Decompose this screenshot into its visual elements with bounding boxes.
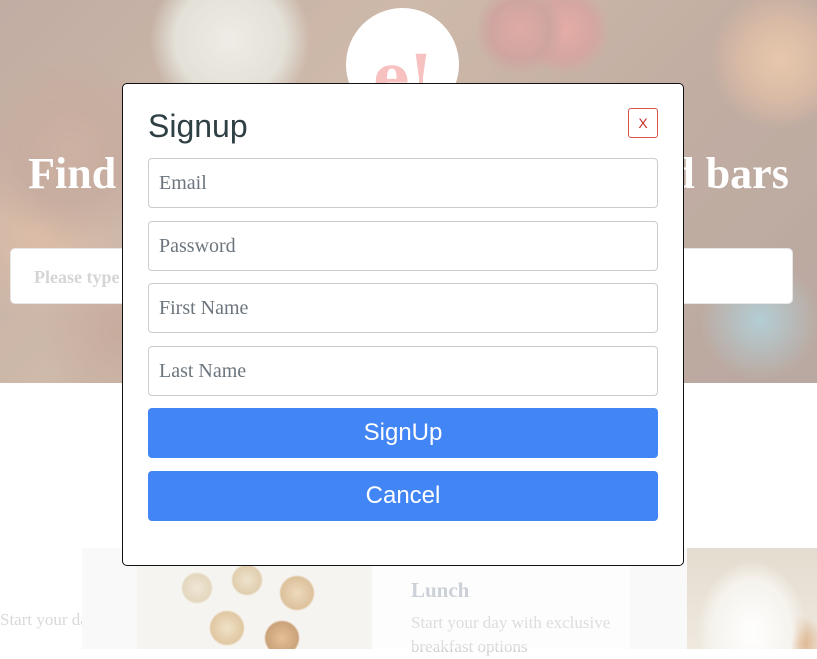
meal-card-description: Start your day with exclusive breakfast … (411, 613, 611, 656)
modal-title: Signup (148, 108, 248, 144)
password-field[interactable] (148, 221, 658, 271)
signup-modal: Signup X SignUp Cancel (122, 83, 684, 566)
email-field[interactable] (148, 158, 658, 208)
signup-button[interactable]: SignUp (148, 408, 658, 458)
last-name-field[interactable] (148, 346, 658, 396)
close-button[interactable]: X (628, 108, 658, 138)
meal-card-image-right[interactable] (687, 548, 817, 649)
first-name-field[interactable] (148, 283, 658, 333)
meal-card-title[interactable]: Lunch (411, 578, 469, 603)
cancel-button[interactable]: Cancel (148, 471, 658, 521)
